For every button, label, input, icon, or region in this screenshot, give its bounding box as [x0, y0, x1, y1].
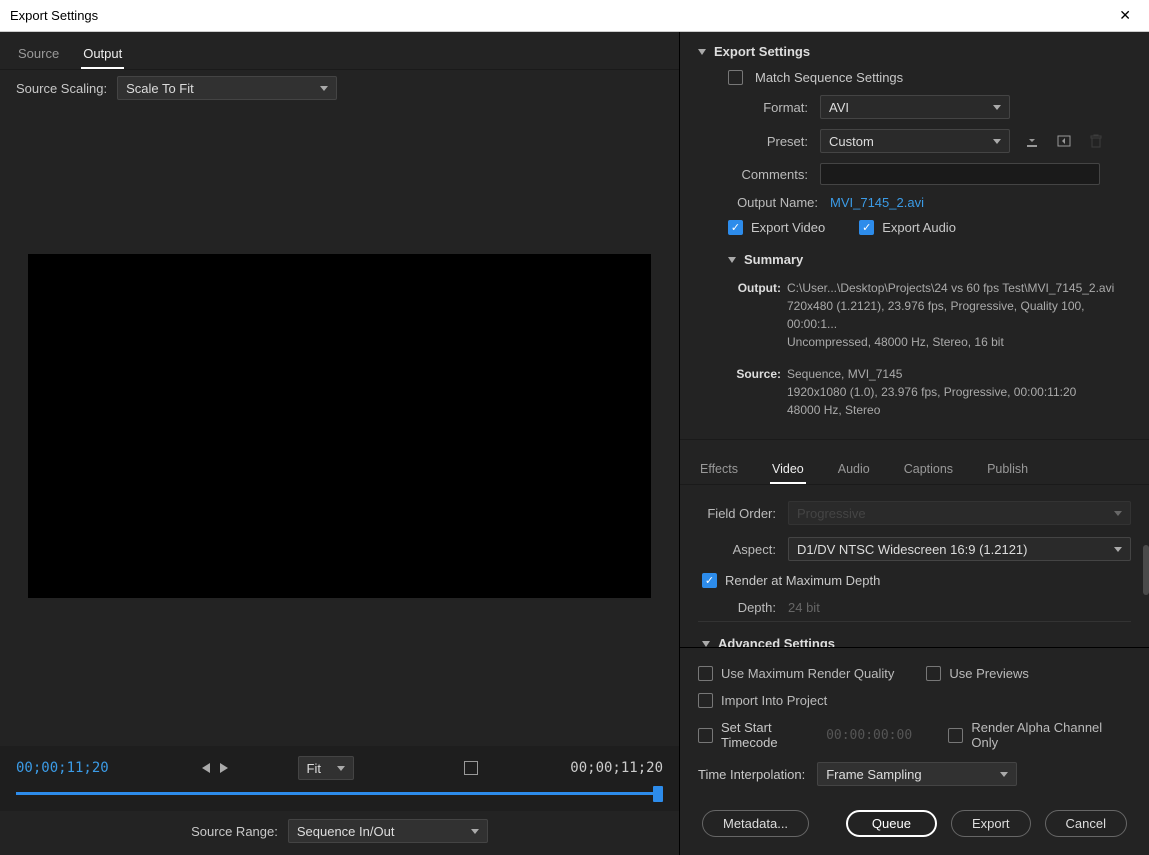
video-settings: Field Order: Progressive Aspect: D1/DV N… [680, 485, 1149, 647]
video-preview[interactable] [28, 254, 651, 598]
use-max-quality-checkbox[interactable] [698, 666, 713, 681]
aspect-label: Aspect: [698, 542, 776, 557]
start-timecode-label: Set Start Timecode [721, 720, 814, 750]
match-sequence-checkbox[interactable] [728, 70, 743, 85]
timeline-bar: 00;00;11;20 Fit 00;00;11;20 [0, 746, 679, 811]
render-alpha-checkbox[interactable] [948, 728, 963, 743]
preview-panel: Source Output Source Scaling: Scale To F… [0, 32, 680, 855]
export-video-label: Export Video [751, 220, 825, 235]
delete-preset-icon[interactable] [1086, 131, 1106, 151]
summary-header[interactable]: Summary [680, 240, 1149, 273]
tab-captions[interactable]: Captions [902, 456, 955, 484]
depth-label: Depth: [698, 600, 776, 615]
comments-input[interactable] [820, 163, 1100, 185]
export-settings-header[interactable]: Export Settings [680, 32, 1149, 65]
tab-output[interactable]: Output [81, 40, 124, 69]
tab-video[interactable]: Video [770, 456, 806, 484]
match-sequence-label: Match Sequence Settings [755, 70, 903, 85]
comments-label: Comments: [728, 167, 808, 182]
import-project-label: Import Into Project [721, 693, 827, 708]
timecode-total: 00;00;11;20 [570, 760, 663, 776]
settings-panel: Export Settings Match Sequence Settings … [680, 32, 1149, 855]
aspect-ratio-icon[interactable] [464, 761, 478, 775]
source-range-label: Source Range: [191, 824, 278, 839]
timecode-current[interactable]: 00;00;11;20 [16, 760, 109, 776]
output-name-link[interactable]: MVI_7145_2.avi [830, 195, 924, 210]
import-project-checkbox[interactable] [698, 693, 713, 708]
export-audio-checkbox[interactable] [859, 220, 874, 235]
tab-effects[interactable]: Effects [698, 456, 740, 484]
prev-frame-icon[interactable] [202, 763, 210, 773]
chevron-down-icon [1114, 547, 1122, 552]
use-max-quality-label: Use Maximum Render Quality [721, 666, 894, 681]
use-previews-checkbox[interactable] [926, 666, 941, 681]
summary-source: Source:Sequence, MVI_7145 1920x1080 (1.0… [680, 365, 1149, 433]
source-scaling-label: Source Scaling: [16, 81, 107, 96]
chevron-down-icon [320, 86, 328, 91]
preview-area [0, 106, 679, 746]
preset-label: Preset: [728, 134, 808, 149]
timeline-slider[interactable] [16, 792, 663, 795]
preview-tabs: Source Output [0, 32, 679, 70]
chevron-down-icon [337, 766, 345, 771]
metadata-button[interactable]: Metadata... [702, 810, 809, 837]
zoom-select[interactable]: Fit [298, 756, 354, 780]
tab-source[interactable]: Source [16, 40, 61, 69]
source-scaling-select[interactable]: Scale To Fit [117, 76, 337, 100]
chevron-down-icon [1114, 511, 1122, 516]
time-interp-label: Time Interpolation: [698, 767, 805, 782]
start-timecode-checkbox[interactable] [698, 728, 713, 743]
depth-value: 24 bit [788, 600, 820, 615]
use-previews-label: Use Previews [949, 666, 1028, 681]
tab-publish[interactable]: Publish [985, 456, 1030, 484]
import-preset-icon[interactable] [1054, 131, 1074, 151]
format-label: Format: [728, 100, 808, 115]
preset-select[interactable]: Custom [820, 129, 1010, 153]
source-range-select[interactable]: Sequence In/Out [288, 819, 488, 843]
chevron-down-icon [728, 257, 736, 263]
scrollbar-thumb[interactable] [1143, 545, 1149, 595]
summary-output: Output:C:\User...\Desktop\Projects\24 vs… [680, 273, 1149, 365]
tab-audio[interactable]: Audio [836, 456, 872, 484]
time-interp-select[interactable]: Frame Sampling [817, 762, 1017, 786]
cancel-button[interactable]: Cancel [1045, 810, 1127, 837]
field-order-label: Field Order: [698, 506, 776, 521]
queue-button[interactable]: Queue [846, 810, 937, 837]
render-alpha-label: Render Alpha Channel Only [971, 720, 1107, 750]
chevron-down-icon [1000, 772, 1008, 777]
chevron-down-icon [698, 49, 706, 55]
chevron-down-icon [993, 105, 1001, 110]
chevron-down-icon [993, 139, 1001, 144]
window-title: Export Settings [10, 8, 98, 23]
titlebar: Export Settings ✕ [0, 0, 1149, 32]
start-timecode-value: 00:00:00:00 [826, 728, 912, 743]
output-name-label: Output Name: [728, 195, 818, 210]
render-max-depth-checkbox[interactable] [702, 573, 717, 588]
render-max-depth-label: Render at Maximum Depth [725, 573, 880, 588]
field-order-select: Progressive [788, 501, 1131, 525]
next-frame-icon[interactable] [220, 763, 228, 773]
format-select[interactable]: AVI [820, 95, 1010, 119]
playhead[interactable] [653, 786, 663, 802]
chevron-down-icon [702, 641, 710, 647]
save-preset-icon[interactable] [1022, 131, 1042, 151]
export-button[interactable]: Export [951, 810, 1031, 837]
advanced-settings-header[interactable]: Advanced Settings [698, 621, 1131, 647]
aspect-select[interactable]: D1/DV NTSC Widescreen 16:9 (1.2121) [788, 537, 1131, 561]
close-icon[interactable]: ✕ [1111, 3, 1139, 28]
export-video-checkbox[interactable] [728, 220, 743, 235]
settings-tabs: Effects Video Audio Captions Publish [680, 446, 1149, 485]
bottom-options: Use Maximum Render Quality Use Previews … [680, 647, 1149, 855]
export-audio-label: Export Audio [882, 220, 956, 235]
chevron-down-icon [471, 829, 479, 834]
